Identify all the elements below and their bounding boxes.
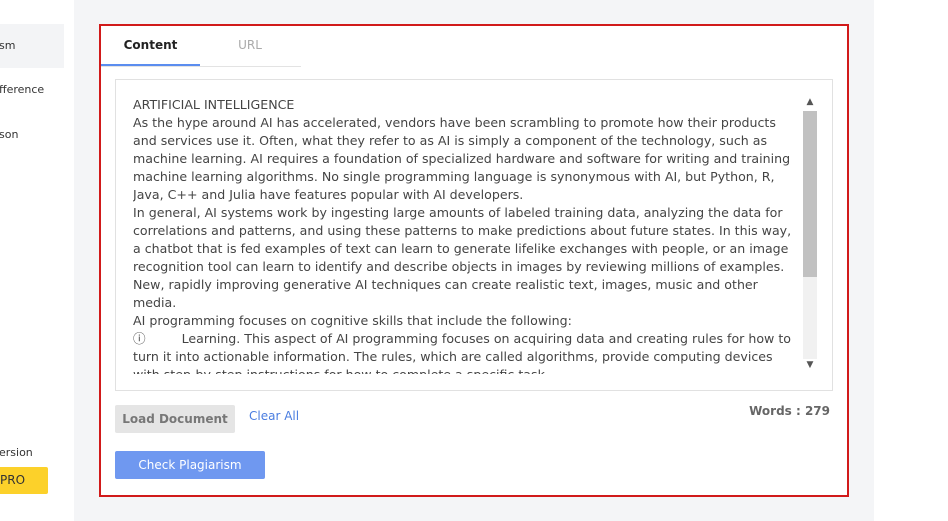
- tab-url[interactable]: URL: [200, 26, 300, 66]
- sidebar: sm fference son ersion PRO: [0, 0, 74, 521]
- plagiarism-panel: Content URL ARTIFICIAL INTELLIGENCE As t…: [99, 24, 849, 497]
- sidebar-version-text: ersion: [0, 446, 33, 459]
- sidebar-item-label: son: [0, 128, 19, 141]
- scroll-thumb[interactable]: [803, 111, 817, 277]
- clear-all-link[interactable]: Clear All: [249, 409, 299, 423]
- right-margin: [874, 0, 948, 521]
- sidebar-item-2[interactable]: fference: [0, 83, 64, 96]
- chevron-down-icon[interactable]: ▼: [804, 359, 816, 371]
- word-count: Words : 279: [749, 404, 830, 418]
- chevron-up-icon[interactable]: ▲: [804, 96, 816, 108]
- sidebar-item-label: sm: [0, 39, 16, 52]
- sidebar-item-label: fference: [0, 83, 45, 96]
- editor-scrollbar[interactable]: ▲ ▼: [802, 95, 817, 375]
- go-pro-button[interactable]: PRO: [0, 467, 48, 494]
- check-plagiarism-button[interactable]: Check Plagiarism: [115, 451, 265, 479]
- load-document-button[interactable]: Load Document: [115, 405, 235, 433]
- go-pro-label: PRO: [0, 473, 26, 487]
- content-text[interactable]: ARTIFICIAL INTELLIGENCE As the hype arou…: [133, 96, 801, 374]
- tab-bar: Content URL: [101, 26, 301, 67]
- sidebar-item-1[interactable]: sm: [0, 24, 64, 68]
- sidebar-item-3[interactable]: son: [0, 128, 64, 141]
- tab-content[interactable]: Content: [101, 26, 200, 66]
- content-textarea[interactable]: ARTIFICIAL INTELLIGENCE As the hype arou…: [115, 79, 833, 391]
